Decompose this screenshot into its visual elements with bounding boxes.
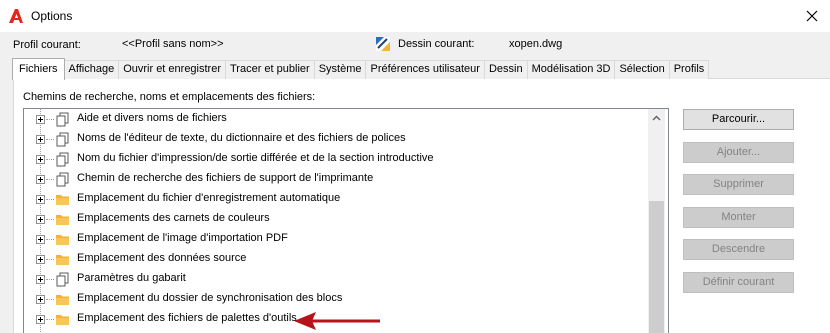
expand-icon[interactable]: [36, 235, 45, 244]
tree-item[interactable]: Emplacement du dossier de synchronisatio…: [24, 289, 649, 309]
tab-display[interactable]: Affichage: [63, 60, 120, 79]
folder-icon: [55, 212, 70, 227]
tree-item-label: Aide et divers noms de fichiers: [77, 112, 227, 124]
tree-item[interactable]: Noms de l'éditeur de texte, du dictionna…: [24, 129, 649, 149]
tab-user-preferences[interactable]: Préférences utilisateur: [365, 60, 485, 79]
browse-button[interactable]: Parcourir...: [683, 109, 794, 130]
search-paths-tree[interactable]: Aide et divers noms de fichiers Noms de l…: [23, 108, 669, 333]
current-drawing-label: Dessin courant:: [398, 38, 475, 50]
chevron-up-icon: [652, 115, 661, 120]
expand-icon[interactable]: [36, 175, 45, 184]
folder-icon: [55, 292, 70, 307]
tab-plot-publish[interactable]: Tracer et publier: [225, 60, 315, 79]
current-profile-value: <<Profil sans nom>>: [122, 38, 224, 50]
expand-icon[interactable]: [36, 155, 45, 164]
drawing-icon: [376, 37, 390, 51]
tab-drafting[interactable]: Dessin: [483, 60, 528, 79]
tree-item[interactable]: Aide et divers noms de fichiers: [24, 109, 649, 129]
tab-selection[interactable]: Sélection: [614, 60, 670, 79]
tree-connector: [46, 139, 54, 140]
expand-icon[interactable]: [36, 215, 45, 224]
tree-item-label: Emplacement des fichiers de palettes d'o…: [77, 312, 297, 324]
tree-item[interactable]: Emplacements des carnets de couleurs: [24, 209, 649, 229]
tree-item[interactable]: Nom du fichier d'impression/de sortie di…: [24, 149, 649, 169]
tree-connector: [46, 179, 54, 180]
tree-item-label: Emplacement des données source: [77, 252, 247, 264]
scroll-up-button[interactable]: [648, 109, 665, 126]
current-profile-label: Profil courant:: [13, 39, 81, 51]
window-title: Options: [31, 9, 73, 23]
tree-item-label: Chemin de recherche des fichiers de supp…: [77, 172, 374, 184]
folder-icon: [55, 192, 70, 207]
tab-open-save[interactable]: Ouvrir et enregistrer: [118, 60, 226, 79]
expand-icon[interactable]: [36, 135, 45, 144]
move-down-button[interactable]: Descendre: [683, 239, 794, 260]
folder-icon: [55, 252, 70, 267]
tree-connector: [46, 119, 54, 120]
tree-item[interactable]: Emplacement du fichier d'enregistrement …: [24, 189, 649, 209]
title-bar: Options: [0, 0, 830, 32]
tree-connector: [46, 159, 54, 160]
tab-3d-modeling[interactable]: Modélisation 3D: [526, 60, 616, 79]
tree-item[interactable]: Emplacement de l'image d'importation PDF: [24, 229, 649, 249]
tab-profiles[interactable]: Profils: [668, 60, 710, 79]
search-paths-label: Chemins de recherche, noms et emplacemen…: [23, 91, 316, 103]
expand-icon[interactable]: [36, 315, 45, 324]
tree-item[interactable]: Paramètres du gabarit: [24, 269, 649, 289]
tab-files[interactable]: Fichiers: [12, 58, 65, 80]
tree-item-label: Paramètres du gabarit: [77, 272, 186, 284]
tab-bar: Fichiers Affichage Ouvrir et enregistrer…: [12, 58, 710, 80]
current-drawing-value: xopen.dwg: [509, 38, 563, 50]
autocad-logo-icon: [9, 9, 23, 23]
documents-icon: [55, 132, 70, 147]
tree-scrollbar[interactable]: [648, 109, 665, 333]
expand-icon[interactable]: [36, 115, 45, 124]
tree-connector: [46, 279, 54, 280]
tree-item[interactable]: Emplacement des données source: [24, 249, 649, 269]
tab-system[interactable]: Système: [313, 60, 367, 79]
tree-connector: [46, 299, 54, 300]
scroll-thumb[interactable]: [649, 201, 664, 333]
tree-connector: [46, 239, 54, 240]
tree-item-label: Emplacement du dossier de synchronisatio…: [77, 292, 343, 304]
tree-connector: [46, 319, 54, 320]
tree-item[interactable]: Chemin de recherche des fichiers de supp…: [24, 169, 649, 189]
set-current-button[interactable]: Définir courant: [683, 272, 794, 293]
add-button[interactable]: Ajouter...: [683, 142, 794, 163]
documents-icon: [55, 272, 70, 287]
tree-item-label: Nom du fichier d'impression/de sortie di…: [77, 152, 434, 164]
tree-item-label: Emplacements des carnets de couleurs: [77, 212, 270, 224]
tree-item-label: Emplacement de l'image d'importation PDF: [77, 232, 288, 244]
documents-icon: [55, 112, 70, 127]
expand-icon[interactable]: [36, 195, 45, 204]
expand-icon[interactable]: [36, 275, 45, 284]
expand-icon[interactable]: [36, 295, 45, 304]
folder-icon: [55, 232, 70, 247]
folder-icon: [55, 312, 70, 327]
documents-icon: [55, 172, 70, 187]
move-up-button[interactable]: Monter: [683, 207, 794, 228]
tree-connector: [46, 199, 54, 200]
tree-item-label: Emplacement du fichier d'enregistrement …: [77, 192, 341, 204]
expand-icon[interactable]: [36, 255, 45, 264]
remove-button[interactable]: Supprimer: [683, 174, 794, 195]
tree-connector: [46, 219, 54, 220]
tree-item-label: Noms de l'éditeur de texte, du dictionna…: [77, 132, 406, 144]
close-icon: [806, 10, 818, 22]
close-button[interactable]: [798, 4, 826, 28]
tree-connector: [46, 259, 54, 260]
annotation-arrow-icon: [294, 312, 380, 330]
documents-icon: [55, 152, 70, 167]
